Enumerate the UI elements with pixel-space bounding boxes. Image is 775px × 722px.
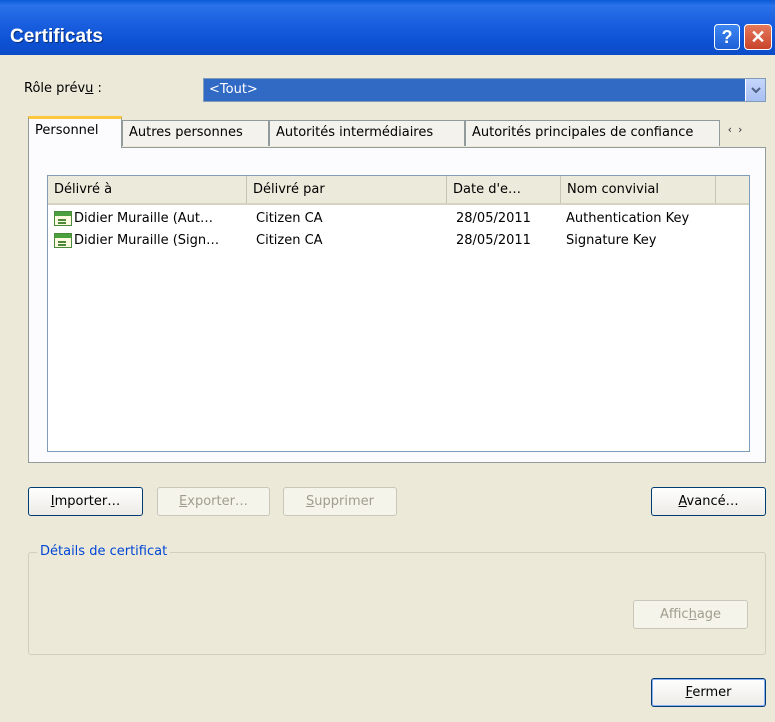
view-label-pre: Affic (659, 607, 689, 622)
help-icon: ? (721, 26, 733, 47)
view-label-post: age (696, 607, 722, 622)
tab-panel: Délivré à Délivré par Date d'e… Nom conv… (28, 147, 766, 463)
tab-other-people[interactable]: Autres personnes (122, 120, 269, 146)
export-label: xporter… (187, 494, 248, 509)
close-button[interactable]: Fermer (651, 678, 766, 707)
column-header-friendly-name[interactable]: Nom convivial (561, 176, 716, 203)
title-bar[interactable]: Certificats ? ✕ (0, 0, 775, 55)
table-row[interactable]: Didier Muraille (Aut… Citizen CA 28/05/2… (48, 208, 749, 230)
close-label: ermer (692, 685, 732, 700)
role-dropdown[interactable]: <Tout> (203, 78, 766, 102)
cell-expiration-date: 28/05/2011 (456, 233, 531, 248)
cell-friendly-name: Authentication Key (566, 211, 690, 226)
window-title: Certificats (10, 26, 103, 47)
tab-personnel[interactable]: Personnel (28, 116, 122, 148)
cell-issued-to: Didier Muraille (Aut… (74, 211, 213, 226)
column-header-expiration-date[interactable]: Date d'e… (447, 176, 561, 203)
role-label: Rôle prévu : (24, 81, 102, 96)
role-dropdown-value: <Tout> (209, 82, 258, 97)
view-mnemonic: h (688, 607, 697, 622)
advanced-button[interactable]: Avancé… (651, 487, 766, 516)
table-row[interactable]: Didier Muraille (Sign… Citizen CA 28/05/… (48, 230, 749, 252)
role-label-text: Rôle prév (24, 81, 86, 96)
close-window-button[interactable]: ✕ (744, 24, 772, 50)
tab-scroll-right-icon[interactable]: › (738, 123, 742, 136)
cell-expiration-date: 28/05/2011 (456, 211, 531, 226)
cell-issued-to: Didier Muraille (Sign… (74, 233, 220, 248)
chevron-down-icon[interactable] (745, 79, 765, 101)
advanced-mnemonic: A (678, 494, 687, 509)
advanced-label: vancé… (686, 494, 739, 509)
remove-button[interactable]: Supprimer (283, 487, 397, 516)
help-button[interactable]: ? (714, 24, 740, 50)
tab-trusted-root-authorities[interactable]: Autorités principales de confiance (465, 120, 720, 146)
certificate-icon (54, 211, 72, 226)
cell-issued-by: Citizen CA (256, 211, 323, 226)
import-label: mporter… (54, 494, 121, 509)
tab-scroll-left-icon[interactable]: ‹ (728, 123, 732, 136)
list-header: Délivré à Délivré par Date d'e… Nom conv… (48, 176, 749, 205)
close-icon: ✕ (750, 26, 766, 47)
certificates-dialog: Certificats ? ✕ Rôle prévu : <Tout> Pers… (0, 0, 775, 722)
column-header-issued-to[interactable]: Délivré à (48, 176, 247, 203)
import-button[interactable]: Importer… (28, 487, 143, 516)
cell-issued-by: Citizen CA (256, 233, 323, 248)
certificate-details-legend: Détails de certificat (37, 544, 171, 559)
certificate-list[interactable]: Délivré à Délivré par Date d'e… Nom conv… (47, 175, 750, 452)
tab-scroll-buttons: ‹ › (718, 120, 752, 138)
tab-intermediate-authorities[interactable]: Autorités intermédiaires (269, 120, 465, 146)
remove-label: upprimer (314, 494, 374, 509)
cell-friendly-name: Signature Key (566, 233, 657, 248)
purpose-tabs: Personnel Autres personnes Autorités int… (28, 116, 768, 148)
certificate-icon (54, 233, 72, 248)
export-button[interactable]: Exporter… (157, 487, 270, 516)
view-button[interactable]: Affichage (633, 600, 748, 629)
column-header-issued-by[interactable]: Délivré par (247, 176, 447, 203)
role-label-colon: : (93, 81, 102, 96)
